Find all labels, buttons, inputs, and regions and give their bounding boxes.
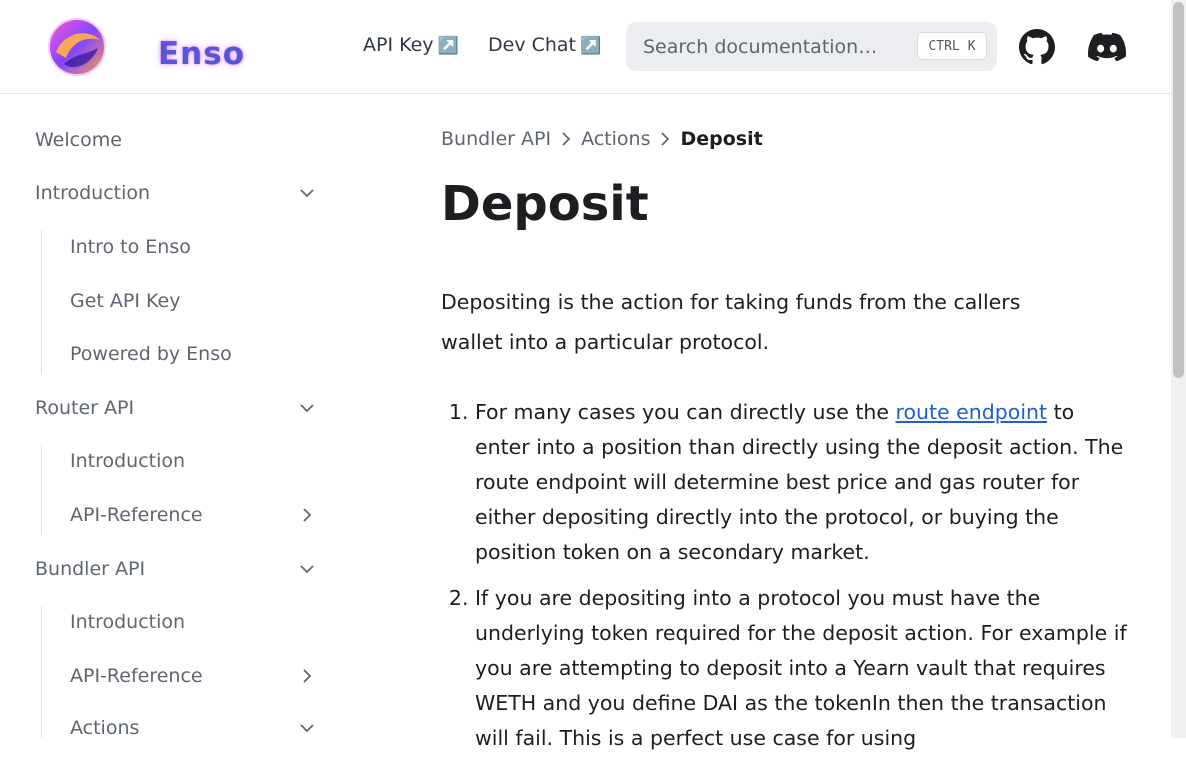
scrollbar-thumb[interactable] [1173,2,1184,378]
external-link-icon: ↗️ [580,36,602,56]
sidebar-item-label: API-Reference [70,665,203,687]
chevron-down-icon[interactable] [298,184,316,202]
sidebar-item-bundler-api-reference[interactable]: API-Reference [70,661,320,691]
github-icon[interactable] [1018,28,1056,66]
github-icon-svg [1019,29,1055,65]
enso-logo[interactable]: Enso [44,14,249,80]
sidebar-item-router-introduction[interactable]: Introduction [70,446,320,476]
chevron-right-icon[interactable] [298,667,316,685]
chevron-down-icon[interactable] [298,399,316,417]
sidebar-item-label: Router API [35,397,135,419]
search-input[interactable]: Search documentation… CTRL K [626,22,997,71]
breadcrumb-item[interactable]: Actions [581,128,650,150]
kbd-key: K [967,38,976,54]
route-endpoint-link[interactable]: route endpoint [895,400,1047,424]
nav-link-api-key[interactable]: API Key ↗️ [363,34,459,56]
sidebar-rail [41,606,42,738]
step-text: For many cases you can directly use the [475,400,896,424]
step-text: to enter into a position than directly u… [475,400,1124,564]
sidebar-item-label: Introduction [70,611,186,633]
sidebar-item-label: Intro to Enso [70,236,191,258]
sidebar: Welcome Introduction Intro to Enso Get A… [0,94,350,739]
breadcrumb-current: Deposit [680,128,763,150]
list-item: If you are depositing into a protocol yo… [475,581,1135,756]
sidebar-rail [41,445,42,535]
breadcrumb-item[interactable]: Bundler API [441,128,551,150]
keyboard-shortcut-badge: CTRL K [917,32,987,60]
sidebar-item-label: Introduction [70,450,186,472]
sidebar-item-label: Welcome [35,129,122,151]
chevron-right-icon [551,129,581,149]
sidebar-item-label: Introduction [35,182,151,204]
breadcrumb: Bundler API Actions Deposit [441,128,763,150]
steps-list: For many cases you can directly use the … [441,395,1135,767]
sidebar-item-introduction[interactable]: Introduction [35,178,320,208]
chevron-right-icon[interactable] [298,506,316,524]
chevron-right-icon [650,129,680,149]
kbd-ctrl: CTRL [928,38,960,54]
sidebar-item-actions[interactable]: Actions [70,713,320,743]
chevron-down-icon[interactable] [298,719,316,737]
step-text: If you are depositing into a protocol yo… [475,586,1127,750]
sidebar-item-label: Actions [70,717,140,739]
sidebar-item-router-api[interactable]: Router API [35,393,320,423]
sidebar-item-bundler-api[interactable]: Bundler API [35,554,320,584]
discord-icon[interactable] [1088,28,1126,66]
nav-link-label: Dev Chat [488,34,577,56]
sidebar-item-bundler-introduction[interactable]: Introduction [70,607,320,637]
sidebar-item-intro-to-enso[interactable]: Intro to Enso [70,232,320,262]
nav-link-dev-chat[interactable]: Dev Chat ↗️ [488,34,601,56]
sidebar-item-label: API-Reference [70,504,203,526]
sidebar-rail [41,230,42,374]
navbar: Enso API Key ↗️ Dev Chat ↗️ Search documen… [0,0,1171,94]
sidebar-item-get-api-key[interactable]: Get API Key [70,286,320,316]
chevron-down-icon[interactable] [298,560,316,578]
external-link-icon: ↗️ [437,36,459,56]
nav-link-label: API Key [363,34,434,56]
search-placeholder: Search documentation… [643,36,878,58]
sidebar-item-powered-by-enso[interactable]: Powered by Enso [70,339,320,369]
discord-icon-svg [1088,32,1126,62]
sidebar-item-welcome[interactable]: Welcome [35,125,320,155]
sidebar-item-label: Get API Key [70,290,181,312]
list-item: For many cases you can directly use the … [475,395,1135,570]
sidebar-item-router-api-reference[interactable]: API-Reference [70,500,320,530]
page-title: Deposit [441,176,649,232]
enso-logo-icon [48,18,106,76]
sidebar-item-label: Powered by Enso [70,343,232,365]
lead-paragraph: Depositing is the action for taking fund… [441,290,1021,354]
sidebar-item-label: Bundler API [35,558,146,580]
logo-text: Enso [158,36,245,72]
